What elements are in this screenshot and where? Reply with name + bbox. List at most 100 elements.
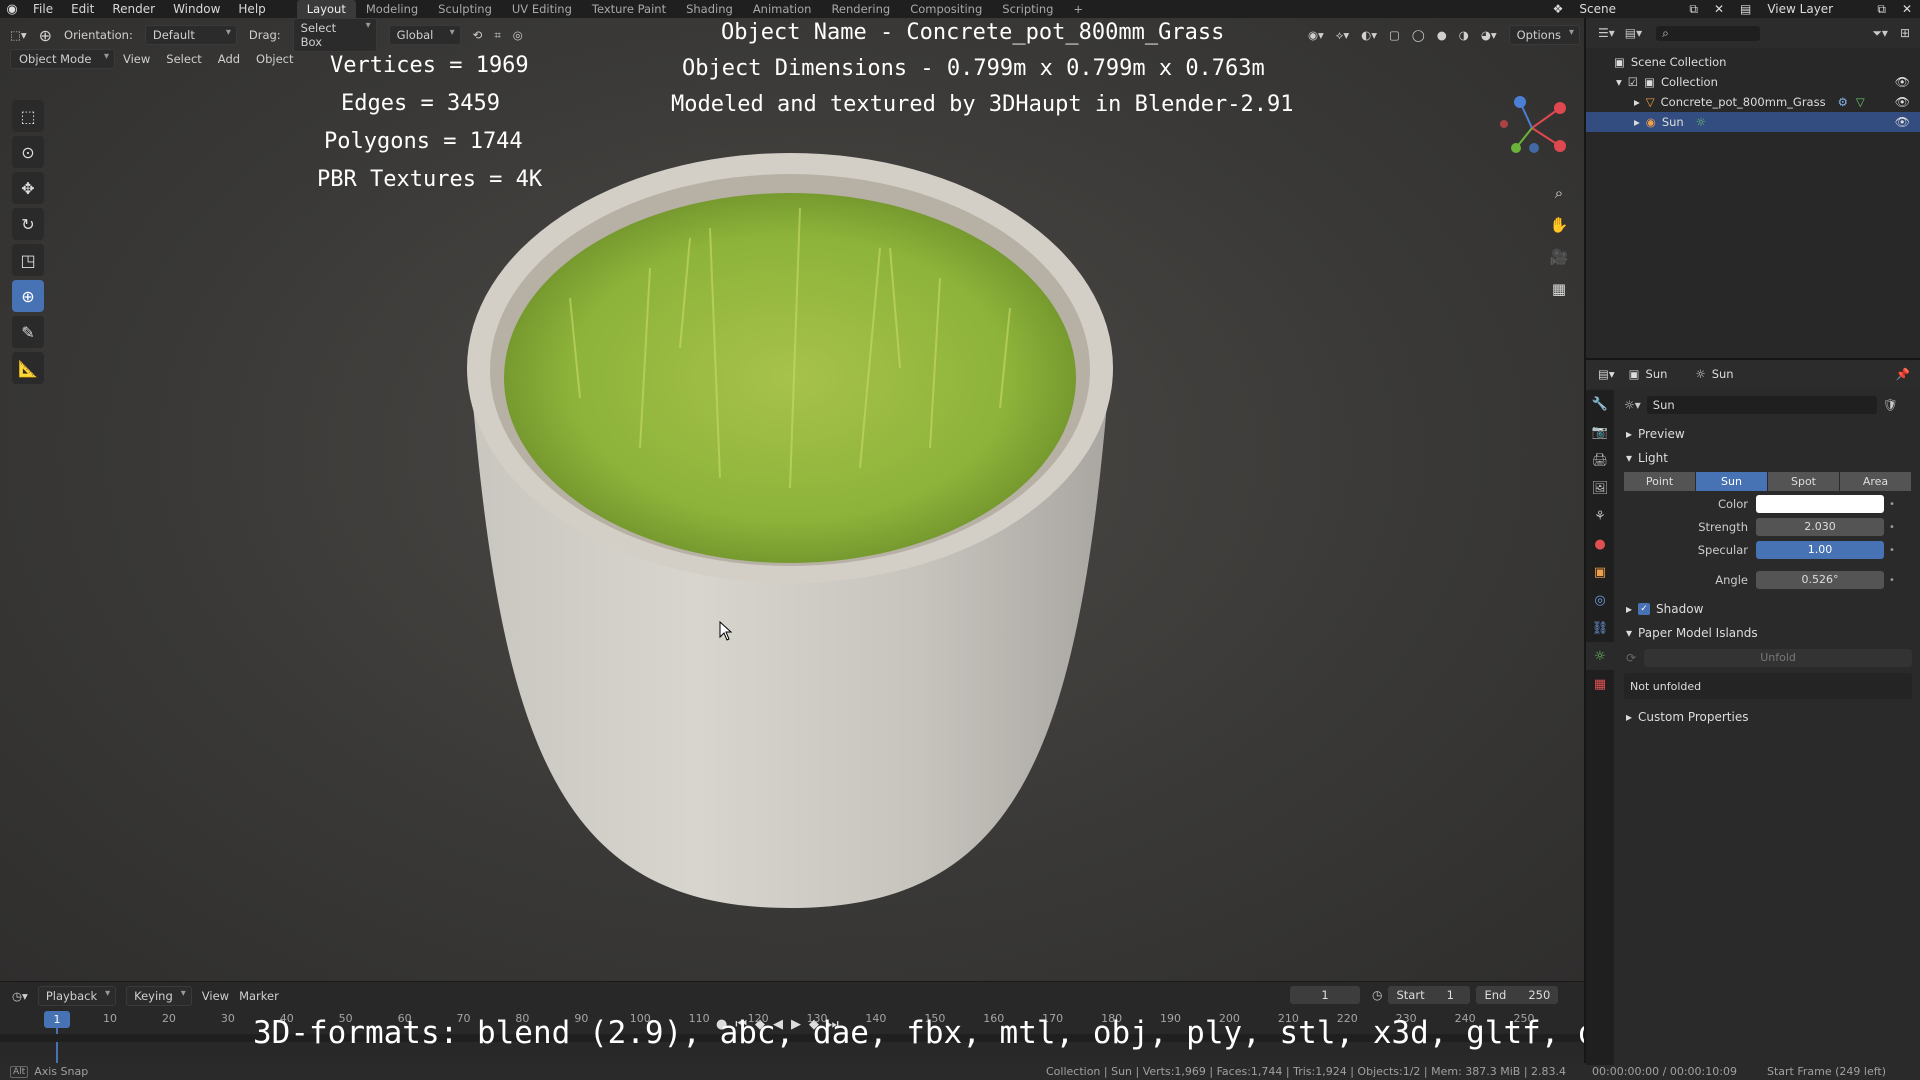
view-layer-icon[interactable]: ▤ <box>1732 2 1759 16</box>
light-type-point[interactable]: Point <box>1624 472 1696 491</box>
current-frame-indicator[interactable]: 1 <box>44 1011 70 1028</box>
expand-arrow-icon[interactable]: ▸ <box>1634 95 1640 109</box>
mode-dropdown[interactable]: Object Mode <box>10 49 115 69</box>
menu-help[interactable]: Help <box>229 0 274 18</box>
world-tab-icon[interactable]: ● <box>1586 530 1614 558</box>
properties-editor-type-icon[interactable]: ▤▾ <box>1598 367 1615 381</box>
outliner-search-icon[interactable]: ⌕ <box>1656 25 1761 41</box>
shadow-checkbox[interactable]: ✓ <box>1638 603 1651 615</box>
refresh-icon[interactable]: ⟳ <box>1626 651 1636 665</box>
scene-tab-icon[interactable]: ⚘ <box>1586 502 1614 530</box>
tab-scripting[interactable]: Scripting <box>992 0 1063 18</box>
transform-gizmo-icon[interactable]: ⊕ <box>39 26 52 45</box>
new-view-layer-icon[interactable]: ⧉ <box>1869 2 1894 17</box>
datablock-name-field[interactable]: Sun <box>1646 396 1877 414</box>
vertex-group-icon[interactable]: ▽ <box>1856 95 1865 109</box>
menu-render[interactable]: Render <box>103 0 164 18</box>
3d-viewport[interactable]: ⬚▾ ⊕ Orientation: Default Drag: Select B… <box>0 18 1584 981</box>
add-menu[interactable]: Add <box>210 50 248 68</box>
light-data-tab-icon[interactable]: ☼ <box>1586 642 1614 670</box>
outliner-row-sun[interactable]: ▸ ◉ Sun ☼ 👁 <box>1586 112 1920 132</box>
timeline-editor-type-icon[interactable]: ◷▾ <box>12 989 28 1003</box>
timeline-view-menu[interactable]: View <box>202 989 229 1003</box>
wireframe-shading-icon[interactable]: ◯ <box>1412 28 1425 42</box>
material-shading-icon[interactable]: ◑ <box>1459 28 1469 42</box>
output-tab-icon[interactable]: 🖨 <box>1586 446 1614 474</box>
visibility-eye-icon[interactable]: 👁 <box>1895 95 1910 109</box>
overlay-toggle-icon[interactable]: ◐▾ <box>1361 28 1377 42</box>
view-layer-tab-icon[interactable]: 🖼 <box>1586 474 1614 502</box>
outliner-editor-type-icon[interactable]: ☰▾ <box>1598 26 1615 40</box>
light-data-icon[interactable]: ☼ <box>1696 115 1706 129</box>
select-box-tool-icon[interactable]: ⬚ <box>12 100 44 132</box>
tab-rendering[interactable]: Rendering <box>821 0 900 18</box>
texture-tab-icon[interactable]: ▦ <box>1586 670 1614 698</box>
outliner-row-scene-collection[interactable]: ▣ Scene Collection <box>1586 52 1920 72</box>
new-collection-icon[interactable]: ⊞ <box>1900 26 1910 40</box>
expand-arrow-icon[interactable]: ▾ <box>1616 75 1622 89</box>
preview-section[interactable]: ▸ Preview <box>1616 422 1920 446</box>
fake-user-icon[interactable]: 🛡 <box>1883 398 1898 412</box>
add-workspace-icon[interactable]: + <box>1063 0 1093 18</box>
menu-edit[interactable]: Edit <box>62 0 103 18</box>
view-menu[interactable]: View <box>115 50 158 68</box>
pivot-icon[interactable]: ⟲ <box>473 28 483 42</box>
expand-arrow-icon[interactable]: ▸ <box>1634 115 1640 129</box>
end-frame-field[interactable]: End 250 <box>1476 986 1559 1004</box>
outliner-row-collection[interactable]: ▾ ☑ ▣ Collection 👁 <box>1586 72 1920 92</box>
menu-file[interactable]: File <box>24 0 62 18</box>
gizmo-toggle-icon[interactable]: ⟡▾ <box>1336 28 1349 43</box>
blender-logo-icon[interactable]: ◉ <box>0 2 24 17</box>
light-type-spot[interactable]: Spot <box>1768 472 1840 491</box>
rendered-shading-icon[interactable]: ◕▾ <box>1481 28 1497 42</box>
perspective-toggle-icon[interactable]: ▦ <box>1546 276 1572 302</box>
orientation-dropdown[interactable]: Default <box>144 25 237 45</box>
specular-slider[interactable]: 1.00 <box>1756 541 1884 559</box>
display-mode-icon[interactable]: ▤▾ <box>1625 26 1642 40</box>
cursor-tool-icon[interactable]: ⊙ <box>12 136 44 168</box>
current-frame-field[interactable]: 1 <box>1290 986 1360 1004</box>
keyframe-dot-icon[interactable]: • <box>1884 575 1900 586</box>
tab-compositing[interactable]: Compositing <box>900 0 992 18</box>
proportional-edit-icon[interactable]: ◎ <box>513 28 523 42</box>
annotate-tool-icon[interactable]: ✎ <box>12 316 44 348</box>
physics-tab-icon[interactable]: ◎ <box>1586 586 1614 614</box>
menu-window[interactable]: Window <box>164 0 229 18</box>
marker-menu[interactable]: Marker <box>239 989 279 1003</box>
render-tab-icon[interactable]: 📷 <box>1586 418 1614 446</box>
editor-type-icon[interactable]: ⬚▾ <box>10 28 27 42</box>
delete-view-layer-icon[interactable]: ✕ <box>1894 2 1920 16</box>
tab-modeling[interactable]: Modeling <box>356 0 428 18</box>
playback-menu[interactable]: Playback <box>37 986 117 1006</box>
properties-editor[interactable]: ▤▾ ▣ Sun ☼ Sun 📌 🔧 📷 🖨 🖼 ⚘ ● ▣ ◎ ⛓ ☼ ▦ ☼… <box>1584 358 1920 1065</box>
zoom-icon[interactable]: ⌕ <box>1546 180 1572 206</box>
measure-tool-icon[interactable]: 📐 <box>12 352 44 384</box>
custom-properties-section[interactable]: ▸ Custom Properties <box>1616 705 1920 729</box>
navigation-gizmo[interactable] <box>1492 88 1572 178</box>
keyframe-dot-icon[interactable]: • <box>1884 499 1900 510</box>
tab-shading[interactable]: Shading <box>676 0 743 18</box>
scale-tool-icon[interactable]: ◳ <box>12 244 44 276</box>
delete-scene-icon[interactable]: ✕ <box>1706 2 1732 16</box>
camera-view-icon[interactable]: 🎥 <box>1546 244 1572 270</box>
xray-icon[interactable]: ▢ <box>1389 28 1400 42</box>
pan-hand-icon[interactable]: ✋ <box>1546 212 1572 238</box>
filter-icon[interactable]: ⏷▾ <box>1872 26 1888 41</box>
light-section[interactable]: ▾ Light <box>1616 446 1920 470</box>
color-swatch[interactable] <box>1756 495 1884 513</box>
visibility-icon[interactable]: ◉▾ <box>1308 28 1324 42</box>
view-layer-name[interactable]: View Layer <box>1759 2 1869 16</box>
snap-icon[interactable]: ⌗ <box>494 28 500 43</box>
object-menu[interactable]: Object <box>248 50 301 68</box>
tab-sculpting[interactable]: Sculpting <box>428 0 502 18</box>
tool-tab-icon[interactable]: 🔧 <box>1586 390 1614 418</box>
preview-range-icon[interactable]: ◷ <box>1372 988 1382 1002</box>
new-scene-icon[interactable]: ⧉ <box>1681 2 1706 17</box>
drag-dropdown[interactable]: Select Box <box>292 18 377 52</box>
transform-space-dropdown[interactable]: Global <box>388 25 461 45</box>
shadow-section[interactable]: ▸ ✓ Shadow <box>1616 597 1920 621</box>
paper-model-section[interactable]: ▾ Paper Model Islands <box>1616 621 1920 645</box>
keying-menu[interactable]: Keying <box>126 986 192 1006</box>
tab-texture-paint[interactable]: Texture Paint <box>582 0 676 18</box>
tab-uv-editing[interactable]: UV Editing <box>502 0 582 18</box>
